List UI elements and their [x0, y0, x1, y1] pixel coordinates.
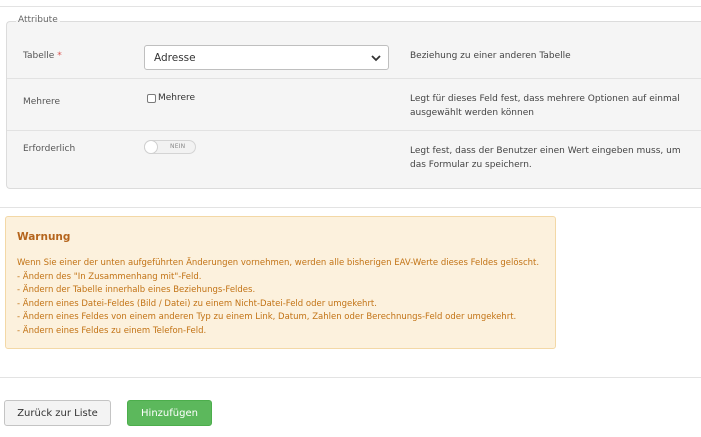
table-select-value: Adresse: [154, 52, 196, 64]
multiple-checkbox[interactable]: [147, 93, 156, 103]
warning-title: Warnung: [17, 231, 71, 243]
fieldset-legend: Attribute: [16, 15, 60, 25]
required-toggle[interactable]: NEIN: [144, 140, 196, 154]
table-select[interactable]: Adresse: [144, 45, 389, 70]
add-button[interactable]: Hinzufügen: [127, 400, 212, 426]
warning-line: - Ändern eines Feldes von einem anderen …: [17, 312, 517, 322]
warning-line: - Ändern des "In Zusammenhang mit"-Feld.: [17, 271, 202, 282]
warning-lines: Wenn Sie einer der unten aufgeführten Än…: [17, 257, 539, 338]
warning-line: - Ändern eines Datei-Feldes (Bild / Date…: [17, 298, 377, 309]
row-table: Tabelle * Adresse Beziehung zu einer and…: [7, 22, 701, 78]
toggle-knob[interactable]: [144, 140, 158, 154]
row-required: Erforderlich NEIN Legt fest, dass der Be…: [7, 131, 701, 189]
multiple-help: Legt für dieses Feld fest, dass mehrere …: [410, 94, 680, 118]
multiple-label: Mehrere: [23, 97, 61, 107]
section-divider: [0, 207, 701, 208]
toggle-state-text: NEIN: [170, 143, 186, 150]
multiple-checkbox-label[interactable]: Mehrere: [158, 93, 195, 103]
warning-box: Warnung Wenn Sie einer der unten aufgefü…: [5, 216, 556, 349]
chevron-down-icon: [371, 55, 381, 62]
row-multiple: Mehrere Mehrere Legt für dieses Feld fes…: [7, 79, 701, 131]
top-divider: [0, 6, 701, 7]
warning-line: - Ändern eines Feldes zu einem Telefon-F…: [17, 325, 207, 336]
back-button-label: Zurück zur Liste: [17, 407, 98, 419]
table-label-text: Tabelle: [23, 51, 55, 61]
footer-divider: [0, 377, 701, 378]
required-marker: *: [57, 51, 62, 61]
add-button-label: Hinzufügen: [141, 407, 198, 419]
warning-line: Wenn Sie einer der unten aufgeführten Än…: [17, 258, 540, 268]
warning-line: - Ändern der Tabelle innerhalb eines Bez…: [17, 285, 256, 295]
required-label: Erforderlich: [23, 144, 76, 154]
table-help: Beziehung zu einer anderen Tabelle: [410, 51, 571, 61]
required-help: Legt fest, dass der Benutzer einen Wert …: [410, 146, 681, 170]
table-label: Tabelle *: [23, 51, 62, 61]
multiple-checkbox-group[interactable]: Mehrere: [147, 93, 195, 103]
back-to-list-button[interactable]: Zurück zur Liste: [4, 400, 111, 426]
attribute-fieldset: Tabelle * Adresse Beziehung zu einer and…: [6, 21, 701, 189]
